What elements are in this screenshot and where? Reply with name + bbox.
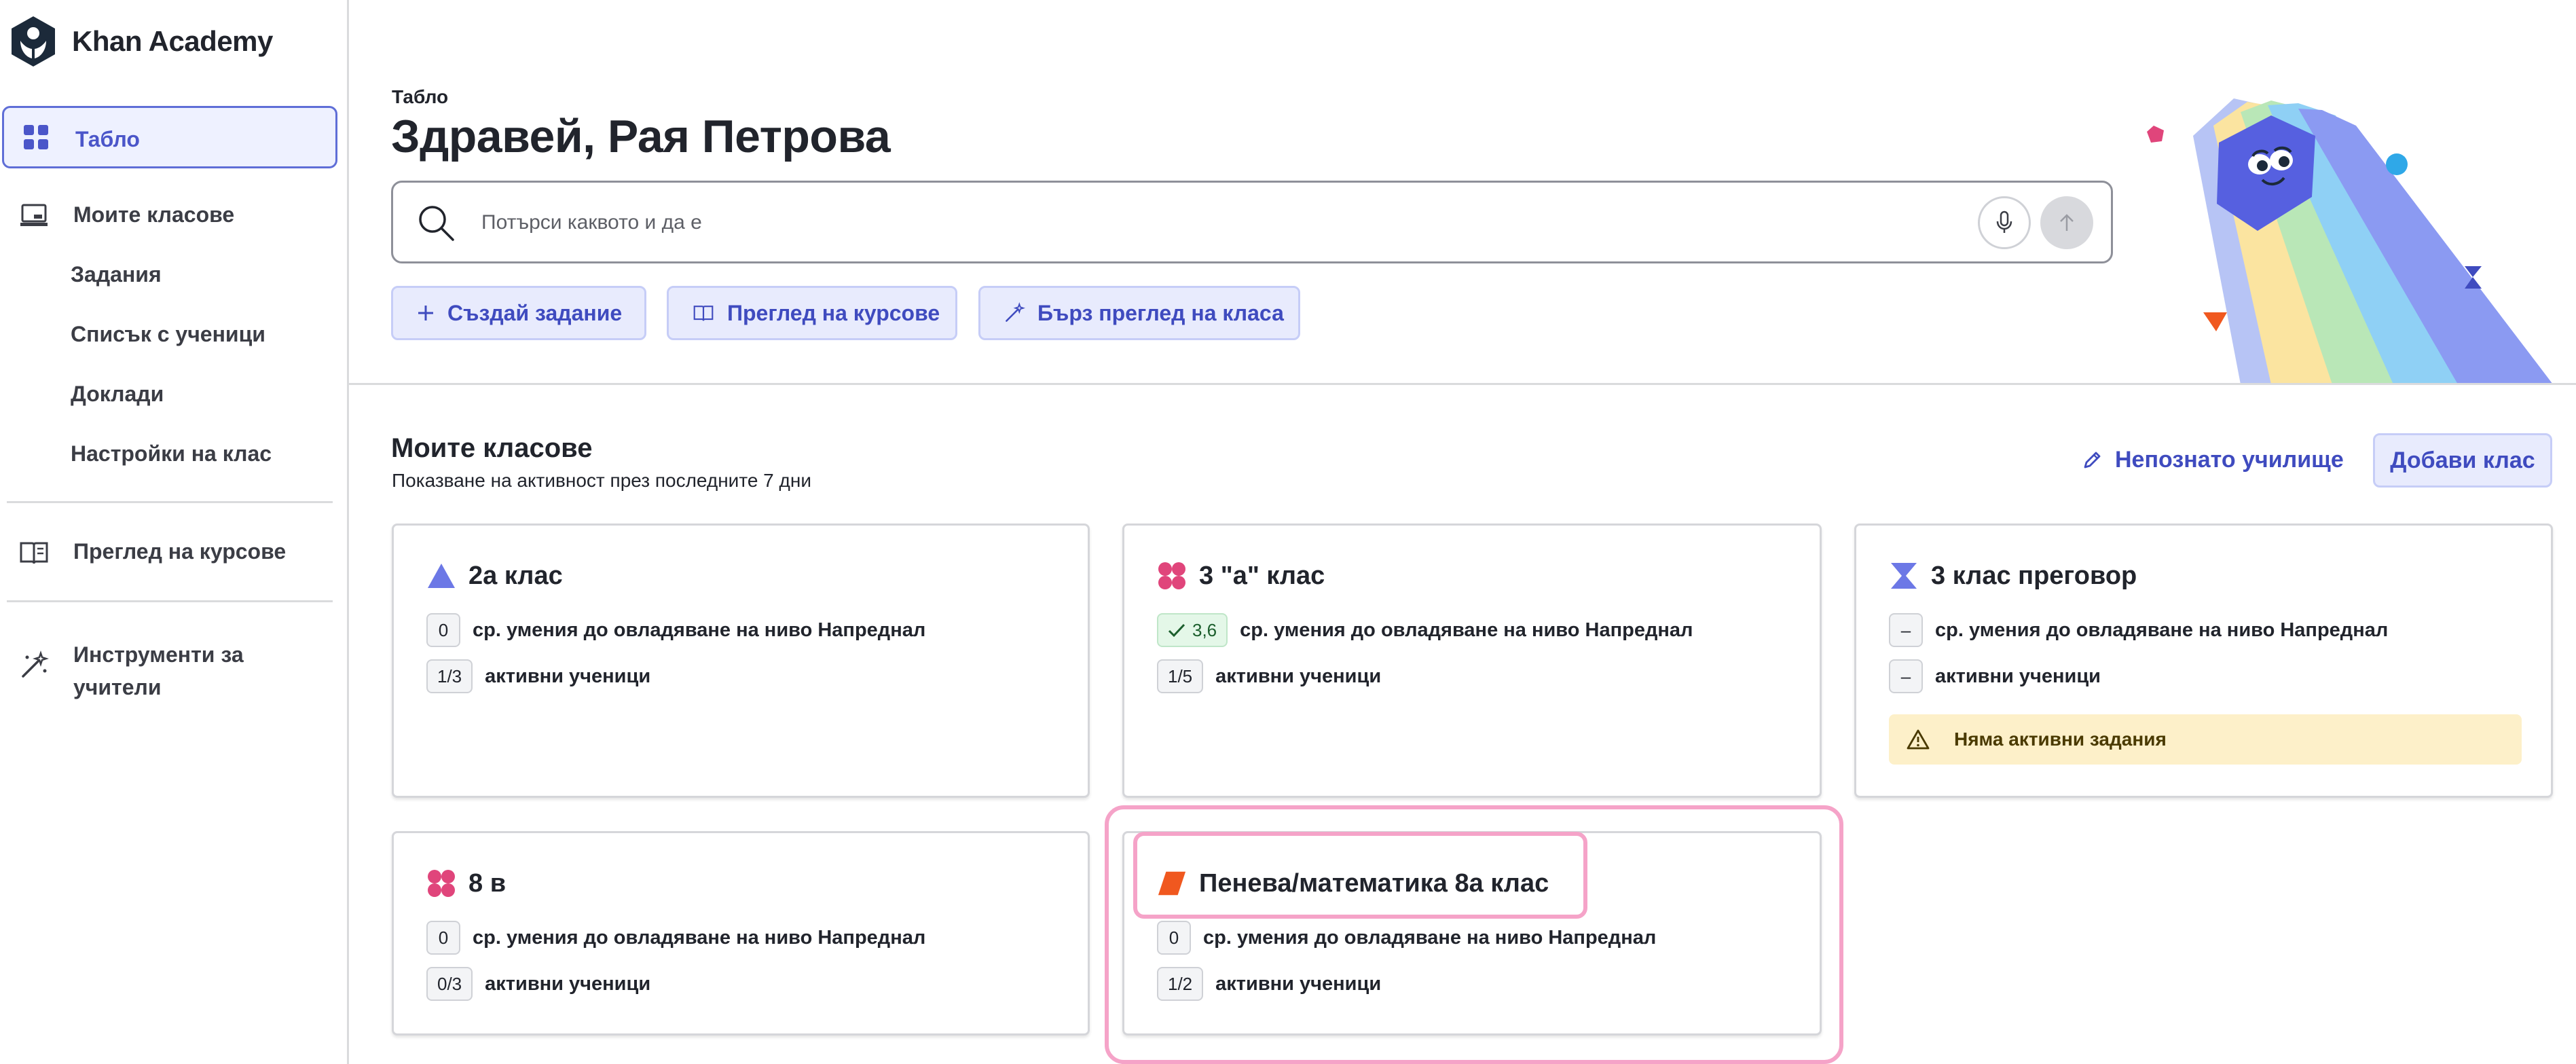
active-students-value: 0/3 <box>426 967 473 1001</box>
mastery-stat: 3,6 ср. умения до овладяване на ниво Нап… <box>1157 613 1693 647</box>
grid-icon <box>21 122 51 152</box>
microphone-icon <box>1996 210 2012 233</box>
sidebar-divider <box>7 501 333 503</box>
submit-search-button[interactable] <box>2040 196 2093 249</box>
no-active-assignments-alert: Няма активни задания <box>1889 714 2522 765</box>
create-assignment-button[interactable]: Създай задание <box>391 286 646 340</box>
teacher-tools-line2: учители <box>73 675 162 699</box>
quick-class-review-button[interactable]: Бърз преглед на класа <box>978 286 1300 340</box>
add-class-button[interactable]: Добави клас <box>2373 433 2552 488</box>
mastery-value: 0 <box>426 613 460 647</box>
course-overview-button[interactable]: Преглед на курсове <box>667 286 957 340</box>
mastery-value: 3,6 <box>1157 613 1228 647</box>
mastery-label: ср. умения до овладяване на ниво Напредн… <box>473 926 926 949</box>
hourglass-icon <box>1889 561 1919 591</box>
sidebar-item-reports[interactable]: Доклади <box>71 382 164 407</box>
active-students-value: – <box>1889 659 1923 693</box>
page-label: Табло <box>392 86 449 107</box>
magic-wand-icon <box>1004 302 1025 324</box>
search-bar[interactable]: Потърси каквото и да е <box>391 181 2113 263</box>
flower-icon <box>1157 561 1187 591</box>
sidebar-item-dashboard[interactable]: Табло <box>2 106 337 168</box>
sidebar-item-label: Инструменти за учители <box>73 638 244 703</box>
class-title[interactable]: 3 клас преговор <box>1889 561 2137 591</box>
class-name: 8 в <box>468 868 507 898</box>
sidebar-item-label: Преглед на курсове <box>73 539 287 564</box>
my-classes-subtitle: Показване на активност през последните 7… <box>392 470 811 491</box>
page-title: Здравей, Рая Петрова <box>391 111 891 162</box>
class-name: 3 клас преговор <box>1931 561 2137 590</box>
search-icon <box>416 203 456 246</box>
khan-academy-logo[interactable]: Khan Academy <box>10 15 273 68</box>
section-divider <box>349 383 2576 385</box>
plus-icon <box>416 304 435 323</box>
quick-class-review-label: Бърз преглед на класа <box>1037 300 1284 325</box>
sidebar-item-assignments[interactable]: Задания <box>71 262 162 287</box>
class-card[interactable]: 3 клас преговор – ср. умения до овладява… <box>1854 524 2553 798</box>
mastery-stat: 0 ср. умения до овладяване на ниво Напре… <box>426 613 925 647</box>
mastery-stat: 0 ср. умения до овладяване на ниво Напре… <box>426 921 925 955</box>
check-icon <box>1168 623 1185 638</box>
active-students-stat: – активни ученици <box>1889 659 2101 693</box>
class-card[interactable]: 8 в 0 ср. умения до овладяване на ниво Н… <box>392 831 1090 1035</box>
app-name: Khan Academy <box>72 25 273 57</box>
active-students-label: активни ученици <box>1215 665 1382 687</box>
class-title[interactable]: 3 "а" клас <box>1157 561 1325 591</box>
sidebar: Khan Academy Табло Моите класове Задания… <box>0 0 349 1064</box>
active-students-stat: 1/5 активни ученици <box>1157 659 1381 693</box>
book-icon <box>19 538 49 568</box>
mastery-value: 0 <box>426 921 460 955</box>
class-card[interactable]: 2а клас 0 ср. умения до овладяване на ни… <box>392 524 1090 798</box>
mastery-label: ср. умения до овладяване на ниво Напредн… <box>1240 619 1693 641</box>
active-students-value: 1/3 <box>426 659 473 693</box>
mastery-value: – <box>1889 613 1923 647</box>
mascot-illustration <box>2147 98 2553 384</box>
active-students-label: активни ученици <box>485 972 651 995</box>
sidebar-item-label: Моите класове <box>73 202 235 227</box>
flower-icon <box>426 868 456 898</box>
sidebar-divider <box>7 600 333 602</box>
teacher-tools-line1: Инструменти за <box>73 642 244 667</box>
create-assignment-label: Създай задание <box>447 300 623 325</box>
sidebar-item-class-settings[interactable]: Настройки на клас <box>71 441 272 466</box>
warning-icon <box>1907 729 1930 750</box>
mastery-value-text: 3,6 <box>1192 619 1217 640</box>
active-students-label: активни ученици <box>1935 665 2101 687</box>
unknown-school-link[interactable]: Непознато училище <box>2081 447 2344 473</box>
arrow-up-icon <box>2060 214 2074 231</box>
mastery-label: ср. умения до овладяване на ниво Напредн… <box>473 619 926 641</box>
class-title[interactable]: 2а клас <box>426 561 563 591</box>
sidebar-item-roster[interactable]: Списък с ученици <box>71 322 265 347</box>
highlight-outline-title <box>1133 832 1587 919</box>
khan-logo-icon <box>12 16 55 67</box>
class-card[interactable]: 3 "а" клас 3,6 ср. умения до овладяване … <box>1122 524 1822 798</box>
search-input[interactable]: Потърси каквото и да е <box>481 211 702 234</box>
mastery-label: ср. умения до овладяване на ниво Напредн… <box>1935 619 2389 641</box>
class-name: 2а клас <box>468 561 563 590</box>
active-students-label: активни ученици <box>485 665 651 687</box>
pencil-icon <box>2081 450 2103 471</box>
book-icon <box>692 304 715 323</box>
unknown-school-label: Непознато училище <box>2115 447 2344 473</box>
class-name: 3 "а" клас <box>1199 561 1325 590</box>
course-overview-label: Преглед на курсове <box>727 300 940 325</box>
active-students-stat: 1/3 активни ученици <box>426 659 650 693</box>
magic-wand-icon <box>19 650 49 680</box>
classroom-icon <box>19 201 49 231</box>
mastery-stat: – ср. умения до овладяване на ниво Напре… <box>1889 613 2388 647</box>
active-students-value: 1/5 <box>1157 659 1204 693</box>
triangle-icon <box>426 561 456 591</box>
warning-text: Няма активни задания <box>1954 729 2167 750</box>
sidebar-item-label: Табло <box>75 127 140 151</box>
my-classes-heading: Моите класове <box>391 433 593 463</box>
active-students-stat: 0/3 активни ученици <box>426 967 650 1001</box>
class-title[interactable]: 8 в <box>426 868 506 898</box>
microphone-button[interactable] <box>1978 196 2031 249</box>
